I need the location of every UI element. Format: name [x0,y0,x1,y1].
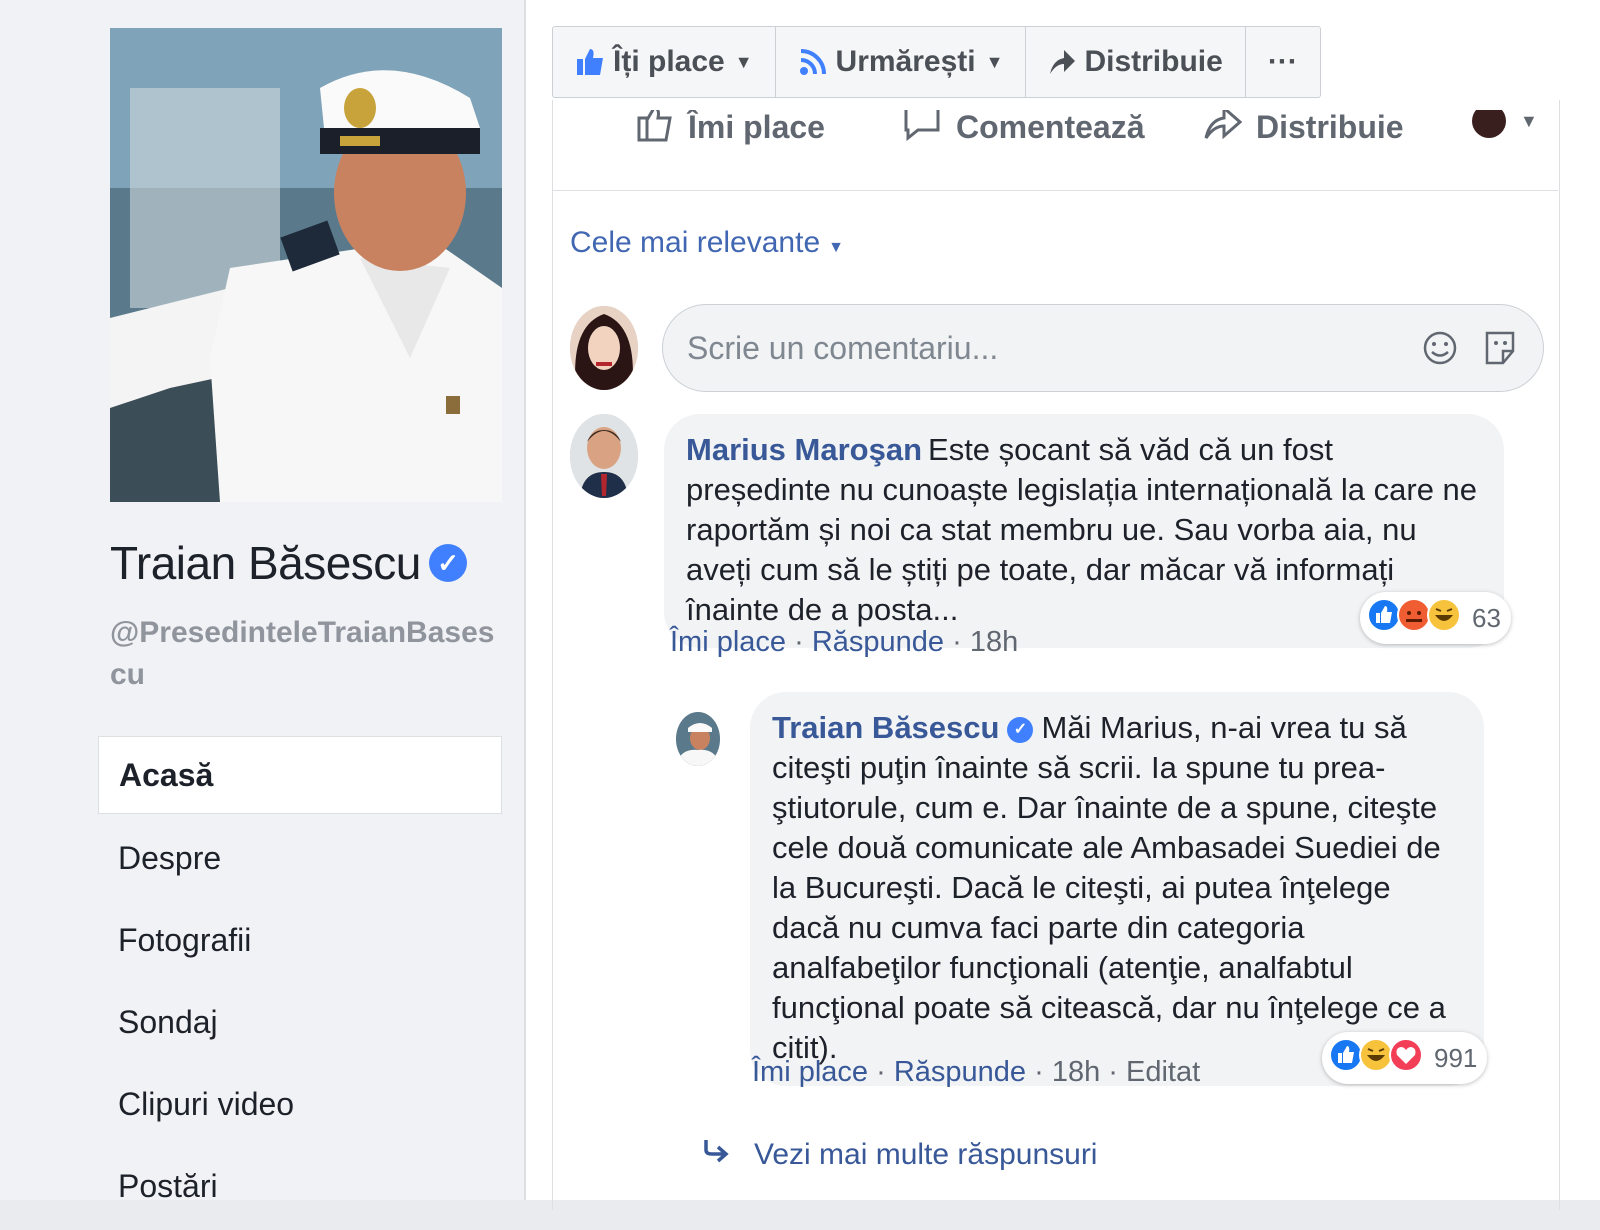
separator-dot: · [794,626,812,658]
avatar [1472,110,1506,138]
panel-divider [524,0,526,1200]
page-nav: Acasă Despre Fotografii Sondaj Clipuri v… [98,736,502,1230]
page-like-button[interactable]: Îți place ▼ [553,27,776,97]
chevron-down-icon: ▼ [985,51,1004,72]
post-panel: Îmi place Comentează Distribuie ▼ Îți pl… [524,0,1600,1210]
view-more-replies-label: Vezi mai multe răspunsuri [754,1138,1098,1171]
rss-feed-icon [798,47,828,77]
chevron-down-icon: ▼ [828,239,844,256]
ellipsis-icon: ··· [1267,45,1298,78]
like-reaction-icon [1328,1037,1363,1080]
separator-dot: · [952,626,970,658]
reaction-count: 991 [1434,1042,1478,1073]
post-comment-button[interactable]: Comentează [902,110,1145,150]
comment-bubble-icon [902,110,942,150]
post-comment-label: Comentează [956,110,1145,145]
reply-arrow-icon [702,1138,732,1172]
page-like-label: Îți place [613,45,725,78]
share-arrow-icon [1048,48,1076,76]
post-share-label: Distribuie [1256,110,1404,145]
haha-reaction-icon [1426,597,1461,640]
reply-bubble: Traian Băsescu ✓ Măi Marius, n-ai vrea tu … [750,692,1484,1086]
page-handle[interactable]: @PresedinteleTraianBasescu [110,612,502,696]
page-sidebar: Traian Băsescu ✓ @PresedinteleTraianBase… [0,0,524,1204]
edited-label[interactable]: Editat [1126,1056,1200,1088]
comment-sort-dropdown[interactable]: Cele mai relevante ▼ [570,226,844,260]
comment-time[interactable]: 18h [970,626,1018,658]
post-like-label: Îmi place [688,110,825,145]
reply-meta: Îmi place · Răspunde · 18h · Editat [752,1056,1200,1089]
verified-badge-icon: ✓ [1007,716,1034,743]
post-action-row: Îmi place Comentează Distribuie ▼ [552,110,1558,191]
verified-badge-icon: ✓ [428,544,467,582]
profile-photo[interactable] [110,28,502,502]
more-options-button[interactable]: ··· [1246,27,1320,97]
separator-dot: · [876,1056,894,1088]
comment-like-link[interactable]: Îmi place [670,626,786,658]
comment-author[interactable]: Marius Maroşan [686,432,922,467]
reply-like-link[interactable]: Îmi place [752,1056,868,1088]
separator-dot: · [1034,1056,1052,1088]
chevron-down-icon: ▼ [734,51,753,72]
post-like-button[interactable]: Îmi place [636,110,825,150]
page-action-bar: Îți place ▼ Urmărești ▼ Distribuie ··· [552,26,1321,98]
reply-author[interactable]: Traian Băsescu [772,710,999,745]
view-more-replies-link[interactable]: Vezi mai multe răspunsuri [702,1138,1097,1172]
thumb-up-icon [575,47,605,77]
separator-dot: · [1108,1056,1126,1088]
nav-item-despre[interactable]: Despre [98,820,502,896]
sticker-icon[interactable] [1479,327,1521,369]
avatar[interactable] [570,414,638,498]
reply-reply-link[interactable]: Răspunde [894,1056,1026,1088]
reaction-summary[interactable]: 63 [1360,592,1511,644]
page-name[interactable]: Traian Băsescu [110,536,421,590]
share-arrow-outline-icon [1202,110,1243,150]
like-reaction-icon [1366,597,1401,640]
emoji-icon[interactable] [1419,327,1461,369]
page-title[interactable]: Traian Băsescu ✓ [110,536,467,590]
page-follow-label: Urmărești [835,45,976,78]
post-as-selector[interactable]: ▼ [1472,110,1538,138]
nav-item-fotografii[interactable]: Fotografii [98,902,502,978]
avatar[interactable] [570,306,638,390]
avatar[interactable] [676,712,720,766]
reply-time[interactable]: 18h [1052,1056,1100,1088]
angry-reaction-icon [1396,597,1431,640]
page-share-label: Distribuie [1084,45,1223,78]
haha-reaction-icon [1358,1037,1393,1080]
reply-text: Măi Marius, n-ai vrea tu să citeşti puţi… [772,710,1446,1065]
comment-composer [662,304,1544,392]
comment-sort-label: Cele mai relevante [570,226,821,259]
reaction-summary[interactable]: 991 [1322,1032,1488,1084]
love-reaction-icon [1388,1037,1423,1080]
post-share-button[interactable]: Distribuie [1202,110,1404,150]
comment-meta: Îmi place · Răspunde · 18h [670,626,1018,659]
page-share-button[interactable]: Distribuie [1026,27,1246,97]
thumb-up-outline-icon [636,110,674,150]
page-follow-button[interactable]: Urmărești ▼ [776,27,1027,97]
nav-item-postari[interactable]: Postări [98,1148,502,1224]
nav-item-sondaj[interactable]: Sondaj [98,984,502,1060]
nav-item-clipuri-video[interactable]: Clipuri video [98,1066,502,1142]
comment-input[interactable] [685,325,1389,371]
chevron-down-icon: ▼ [1520,110,1538,131]
nav-item-acasa[interactable]: Acasă [98,736,502,814]
reaction-count: 63 [1472,602,1501,633]
comment-reply-link[interactable]: Răspunde [812,626,944,658]
